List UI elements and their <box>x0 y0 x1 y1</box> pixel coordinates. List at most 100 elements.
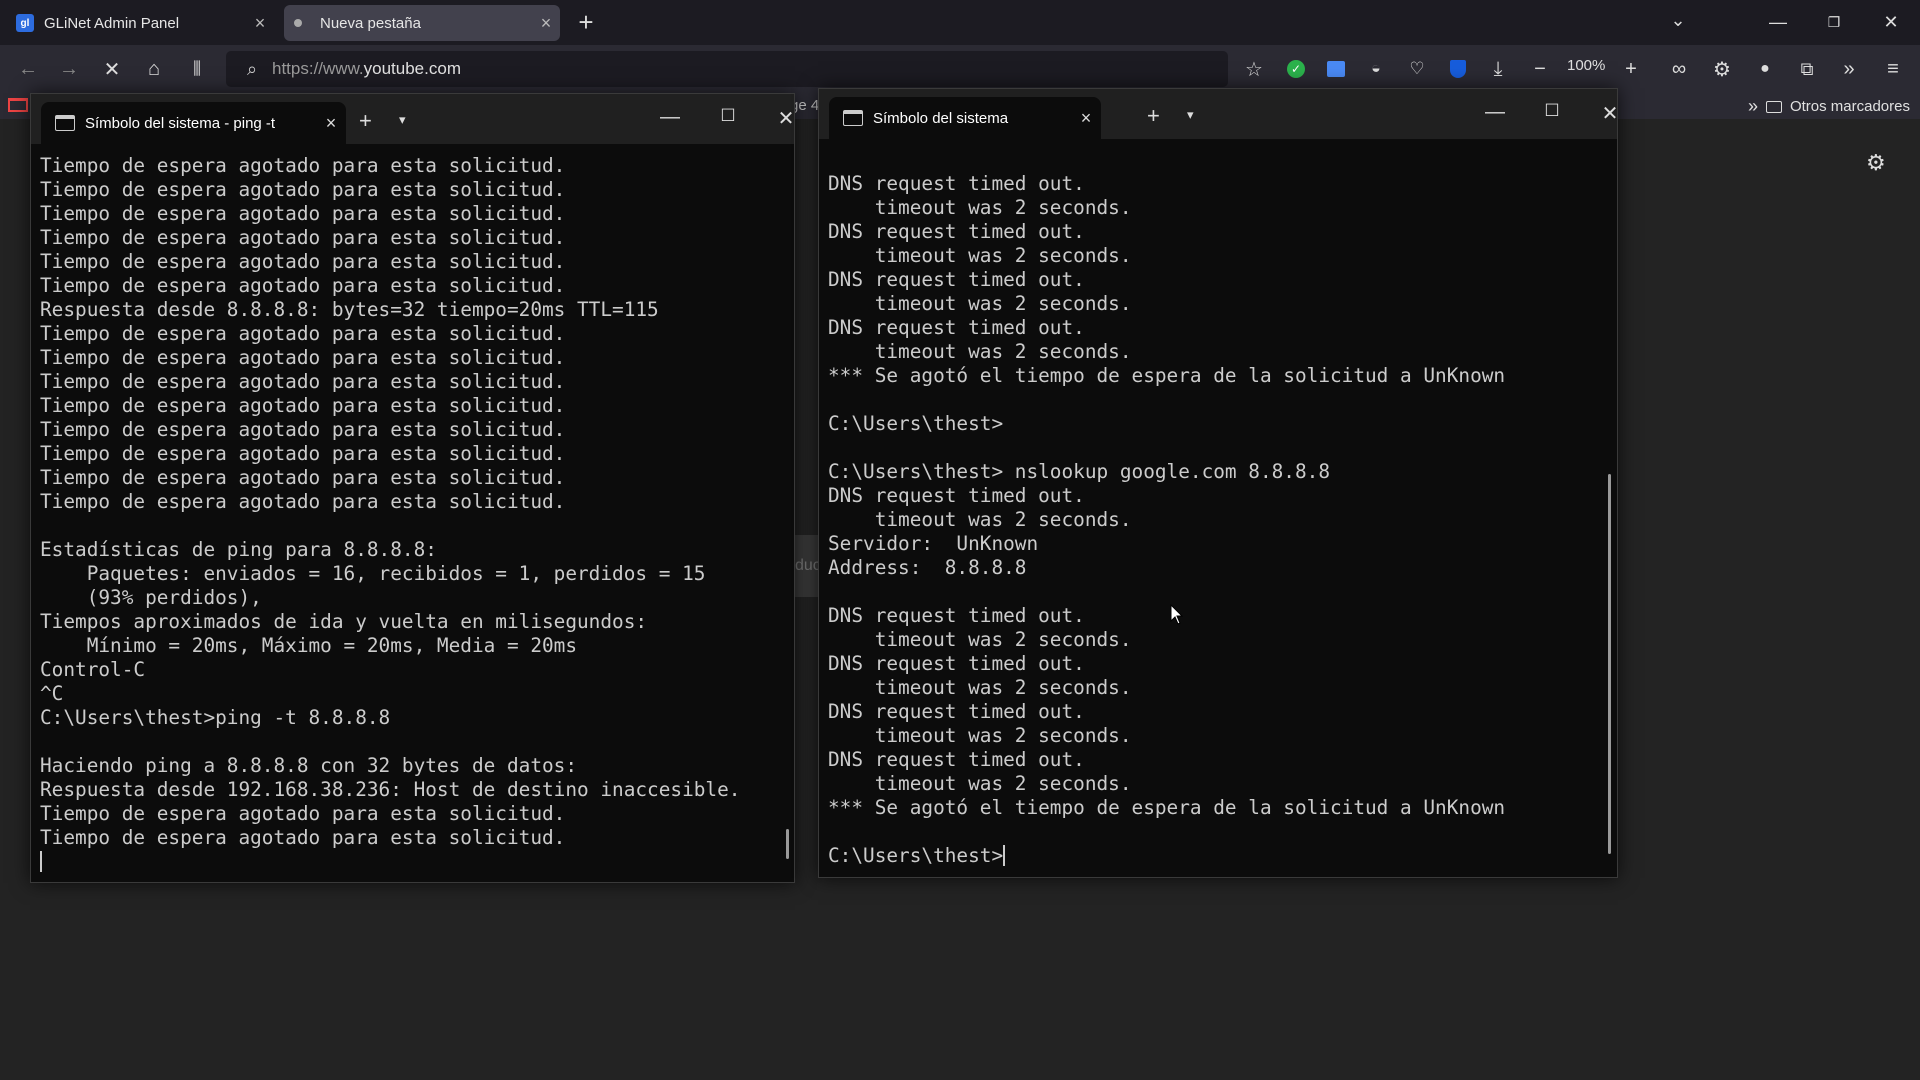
terminal-line: (93% perdidos), <box>40 586 262 609</box>
terminal-line: Tiempo de espera agotado para esta solic… <box>40 250 566 273</box>
hamburger-menu-icon[interactable]: ≡ <box>1879 55 1907 83</box>
terminal-line: Tiempo de espera agotado para esta solic… <box>40 226 566 249</box>
close-button[interactable]: ✕ <box>1590 101 1630 126</box>
terminal-line: DNS request timed out. <box>828 700 1085 723</box>
restore-window-button[interactable]: ❐ <box>1811 8 1857 36</box>
folder-icon <box>1765 100 1782 113</box>
home-icon[interactable]: ⌂ <box>140 55 168 83</box>
page-settings-gear-icon[interactable]: ⚙ <box>1866 150 1886 176</box>
terminal-line: C:\Users\thest>ping -t 8.8.8.8 <box>40 706 391 729</box>
address-bar[interactable]: ⌕ https://www.youtube.com <box>226 51 1228 87</box>
scrollbar-thumb[interactable] <box>786 829 789 859</box>
terminal-line: Tiempo de espera agotado para esta solic… <box>40 394 566 417</box>
new-terminal-tab-icon[interactable]: + <box>1147 103 1160 129</box>
other-bookmarks[interactable]: » Otros marcadores <box>1748 96 1910 117</box>
terminal-line: timeout was 2 seconds. <box>828 676 1132 699</box>
terminal-tab-title: Símbolo del sistema - ping -t <box>85 114 276 132</box>
terminal-line: DNS request timed out. <box>828 484 1085 507</box>
text-cursor <box>40 851 42 872</box>
terminal-line: Tiempo de espera agotado para esta solic… <box>40 322 566 345</box>
translate-icon[interactable] <box>1322 55 1350 83</box>
scrollbar-thumb[interactable] <box>1608 474 1611 854</box>
terminal-line: Tiempo de espera agotado para esta solic… <box>40 178 566 201</box>
terminal-line: timeout was 2 seconds. <box>828 196 1132 219</box>
terminal-line: Tiempos aproximados de ida y vuelta en m… <box>40 610 648 633</box>
mouse-cursor-icon <box>1170 604 1184 625</box>
settings-gear-icon[interactable]: ⚙ <box>1708 55 1736 83</box>
browser-navbar: ← → ✕ ⌂ ⫼ ⌕ https://www.youtube.com ☆ ✓ … <box>0 45 1920 93</box>
dropdown-chevron-icon[interactable]: ▾ <box>399 112 406 128</box>
zoom-in-icon[interactable]: + <box>1617 55 1645 83</box>
gmail-bookmark-icon[interactable] <box>8 98 28 112</box>
terminal-line: timeout was 2 seconds. <box>828 340 1132 363</box>
terminal-line: Tiempo de espera agotado para esta solic… <box>40 802 566 825</box>
terminal-icon <box>55 115 75 131</box>
minimize-window-button[interactable]: — <box>1755 8 1801 36</box>
terminal-output[interactable]: Tiempo de espera agotado para esta solic… <box>40 154 740 874</box>
library-icon[interactable]: ⫼ <box>183 55 211 83</box>
microphone-icon[interactable]: ● <box>1751 55 1779 83</box>
incognito-extension-icon[interactable]: ◒ <box>1362 55 1390 83</box>
new-terminal-tab-icon[interactable]: + <box>359 108 372 134</box>
terminal-line: DNS request timed out. <box>828 220 1085 243</box>
new-tab-button[interactable]: + <box>572 9 600 37</box>
close-button[interactable]: ✕ <box>766 106 806 131</box>
terminal-line: Tiempo de espera agotado para esta solic… <box>40 466 566 489</box>
terminal-line: timeout was 2 seconds. <box>828 508 1132 531</box>
glinet-favicon-icon: gl <box>16 14 34 32</box>
bookmarks-overflow-icon[interactable]: » <box>1748 96 1758 117</box>
terminal-line: ^C <box>40 682 64 705</box>
text-cursor <box>1003 845 1006 866</box>
minimize-button[interactable]: — <box>650 106 690 129</box>
terminal-line: DNS request timed out. <box>828 172 1085 195</box>
terminal-line: Tiempo de espera agotado para esta solic… <box>40 274 566 297</box>
search-icon: ⌕ <box>246 58 258 79</box>
terminal-tab[interactable]: Símbolo del sistema - ping -t × <box>41 102 346 144</box>
forward-arrow-icon[interactable]: → <box>55 55 83 83</box>
terminal-window-nslookup[interactable]: Símbolo del sistema × + ▾ — ☐ ✕ DNS requ… <box>818 88 1618 878</box>
terminal-line: timeout was 2 seconds. <box>828 244 1132 267</box>
terminal-line: Respuesta desde 8.8.8.8: bytes=32 tiempo… <box>40 298 659 321</box>
terminal-output[interactable]: DNS request timed out. timeout was 2 sec… <box>828 172 1505 868</box>
terminal-line: Tiempo de espera agotado para esta solic… <box>40 418 566 441</box>
zoom-out-icon[interactable]: − <box>1526 55 1554 83</box>
terminal-line: Paquetes: enviados = 16, recibidos = 1, … <box>40 562 706 585</box>
extensions-puzzle-icon[interactable]: ⧉ <box>1793 55 1821 83</box>
terminal-line: Tiempo de espera agotado para esta solic… <box>40 490 566 513</box>
pocket-icon[interactable]: ♡ <box>1403 55 1431 83</box>
url-text: https://www.youtube.com <box>272 59 461 78</box>
downloads-icon[interactable]: ⤓ <box>1484 55 1512 83</box>
terminal-line: DNS request timed out. <box>828 604 1085 627</box>
dropdown-chevron-icon[interactable]: ▾ <box>1187 107 1194 123</box>
terminal-line: Tiempo de espera agotado para esta solic… <box>40 202 566 225</box>
tab-new-tab[interactable]: Nueva pestaña × <box>284 5 560 41</box>
list-all-tabs-chevron-icon[interactable]: ⌄ <box>1664 10 1692 31</box>
zoom-level[interactable]: 100% <box>1567 57 1605 74</box>
tab-close-icon[interactable]: × <box>316 113 346 134</box>
overflow-chevrons-icon[interactable]: » <box>1835 55 1863 83</box>
tab-close-icon[interactable]: × <box>532 13 560 34</box>
terminal-line: *** Se agotó el tiempo de espera de la s… <box>828 364 1506 387</box>
extension-green-check-icon[interactable]: ✓ <box>1282 55 1310 83</box>
terminal-line: Control-C <box>40 658 146 681</box>
terminal-line: timeout was 2 seconds. <box>828 772 1132 795</box>
close-window-button[interactable]: ✕ <box>1868 8 1914 36</box>
terminal-line: Tiempo de espera agotado para esta solic… <box>40 826 566 849</box>
minimize-button[interactable]: — <box>1475 101 1515 124</box>
terminal-tab[interactable]: Símbolo del sistema × <box>829 97 1101 139</box>
bitwarden-shield-icon[interactable] <box>1444 55 1472 83</box>
terminal-line: DNS request timed out. <box>828 748 1085 771</box>
bookmark-star-icon[interactable]: ☆ <box>1240 55 1268 83</box>
back-arrow-icon[interactable]: ← <box>14 55 42 83</box>
terminal-line: Tiempo de espera agotado para esta solic… <box>40 442 566 465</box>
tab-close-icon[interactable]: × <box>246 13 274 34</box>
tab-close-icon[interactable]: × <box>1071 108 1101 129</box>
private-mask-icon[interactable]: ∞ <box>1665 55 1693 83</box>
terminal-window-ping[interactable]: Símbolo del sistema - ping -t × + ▾ — ☐ … <box>30 93 795 883</box>
maximize-button[interactable]: ☐ <box>708 106 748 126</box>
maximize-button[interactable]: ☐ <box>1532 101 1572 121</box>
stop-loading-icon[interactable]: ✕ <box>98 55 126 83</box>
tab-glinet-admin[interactable]: gl GLiNet Admin Panel × <box>4 5 274 41</box>
terminal-line: Tiempo de espera agotado para esta solic… <box>40 370 566 393</box>
terminal-line: DNS request timed out. <box>828 268 1085 291</box>
